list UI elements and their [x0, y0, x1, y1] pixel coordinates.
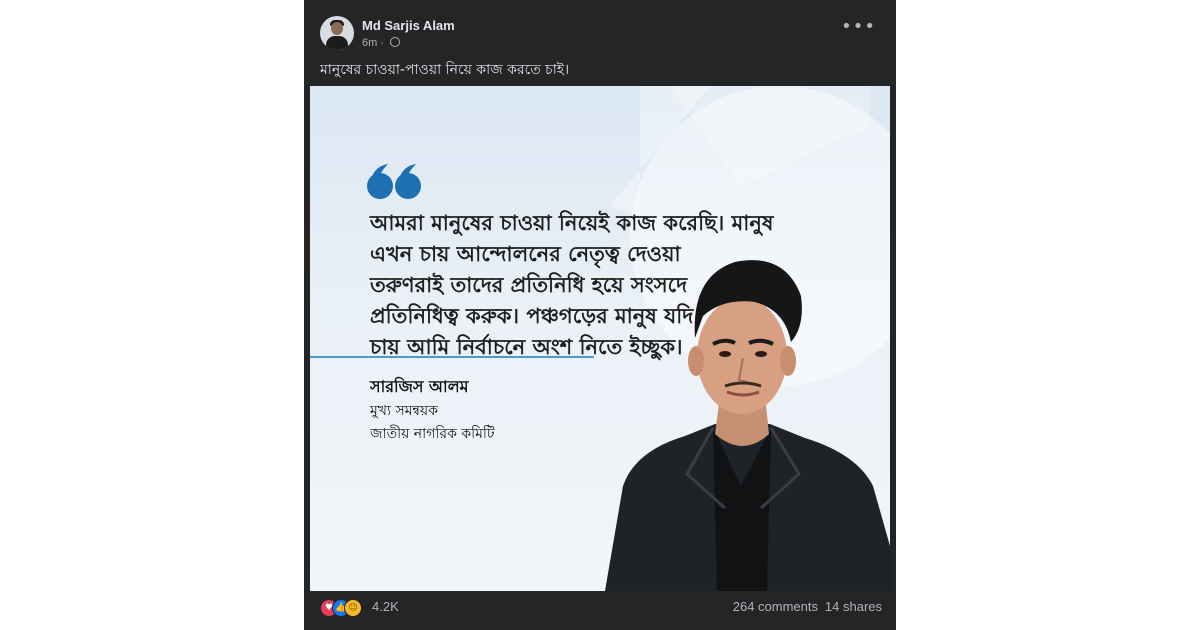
reactions-count[interactable]: 4.2K [372, 599, 399, 614]
speaker-organization: জাতীয় নাগরিক কমিটি [370, 426, 495, 442]
quote-line: আমরা মানুষের চাওয়া নিয়েই কাজ করেছি। মা… [370, 211, 774, 235]
post-meta: 6m · [362, 37, 401, 49]
more-options-button[interactable]: ••• [841, 18, 876, 36]
meta-separator: · [380, 37, 385, 49]
quote-icon [367, 164, 421, 199]
speaker-name: সারজিস আলম [370, 377, 469, 396]
author-name[interactable]: Md Sarjis Alam [362, 18, 455, 33]
speaker-role: মুখ্য সমন্বয়ক [370, 403, 438, 419]
facebook-post: Md Sarjis Alam 6m · ••• মানুষের চাওয়া-প… [304, 0, 896, 630]
divider [310, 356, 594, 358]
post-image[interactable]: আমরা মানুষের চাওয়া নিয়েই কাজ করেছি। মা… [310, 86, 890, 591]
post-time[interactable]: 6m [362, 37, 377, 49]
post-header: Md Sarjis Alam 6m · ••• [304, 0, 896, 56]
care-reaction-icon: ☺ [344, 599, 362, 617]
post-caption: মানুষের চাওয়া-পাওয়া নিয়ে কাজ করতে চাই… [320, 62, 570, 78]
reactions-summary[interactable]: ♥ 👍 ☺ [320, 599, 368, 617]
comments-count[interactable]: 264 comments [733, 599, 818, 614]
globe-icon [390, 37, 401, 47]
author-avatar[interactable] [320, 16, 354, 50]
post-footer: ♥ 👍 ☺ 4.2K 264 comments 14 shares [304, 591, 896, 630]
shares-count[interactable]: 14 shares [825, 599, 882, 614]
portrait-photo [605, 260, 890, 591]
